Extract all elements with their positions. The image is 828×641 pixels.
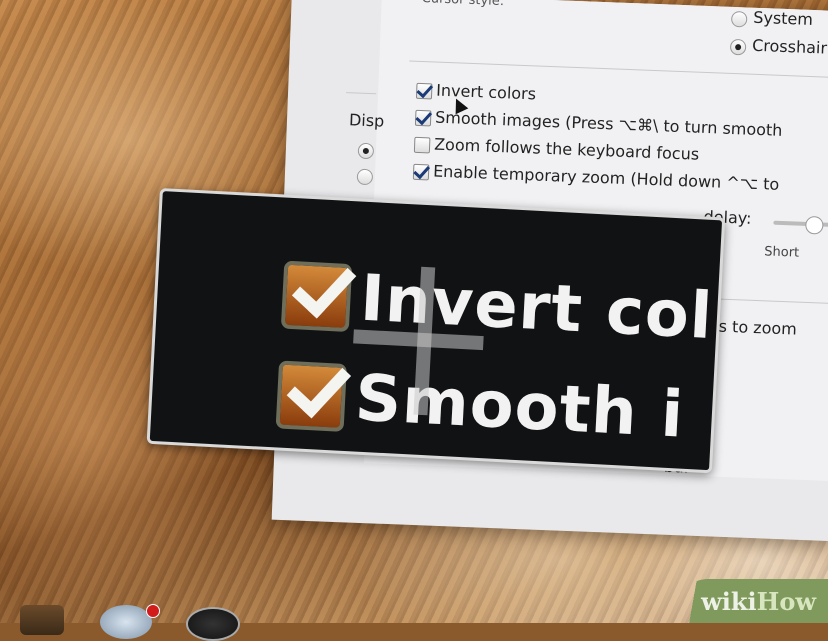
zoom-row-invert: Invert col [280, 258, 715, 354]
wikihow-watermark: wiki How [678, 579, 828, 623]
smooth-images-label: Smooth images (Press ⌥⌘\ to turn smooth [434, 107, 783, 140]
radio-crosshair-label: Crosshair [751, 35, 828, 58]
zoom-row-smooth: Smooth i [275, 357, 686, 453]
cursor-style-label: Cursor style: [421, 0, 505, 10]
watermark-wiki: wiki [701, 586, 757, 616]
zoom-window: Invert col Smooth i [146, 188, 726, 474]
zoom-follows-focus-label: Zoom follows the keyboard focus [433, 134, 700, 164]
radio-system[interactable] [730, 10, 748, 28]
zoomed-smooth-text: Smooth i [353, 361, 686, 453]
dock-app-icon[interactable] [20, 605, 64, 635]
invert-colors-checkbox[interactable] [415, 82, 433, 100]
smooth-images-checkbox[interactable] [414, 109, 432, 127]
dock-app-icon-3[interactable] [186, 607, 240, 641]
zoomed-checkbox-icon [280, 260, 353, 333]
delay-slider-knob[interactable] [805, 215, 824, 235]
display-radio-1[interactable] [357, 142, 375, 160]
short-label: Short [764, 244, 800, 261]
dock-app-icon-2[interactable] [100, 605, 152, 639]
notification-badge [146, 604, 160, 618]
watermark-how: How [756, 586, 816, 616]
temporary-zoom-checkbox[interactable] [412, 163, 430, 181]
radio-crosshair[interactable] [729, 38, 747, 56]
zoomed-checkbox-icon-2 [275, 360, 348, 432]
left-divider [346, 92, 377, 95]
zoom-follows-focus-checkbox[interactable] [413, 136, 431, 154]
radio-system-label: System [752, 7, 814, 30]
display-label: Disp [348, 110, 385, 131]
section-divider [409, 60, 828, 79]
display-radio-2[interactable] [356, 168, 374, 186]
temporary-zoom-label: Enable temporary zoom (Hold down ^⌥ to [432, 161, 780, 194]
